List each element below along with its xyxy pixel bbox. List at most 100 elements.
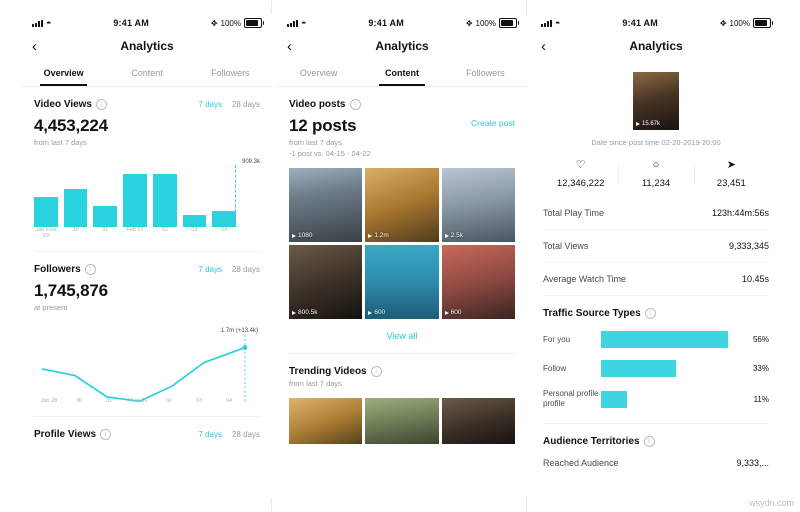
create-post-button[interactable]: Create post	[471, 118, 515, 128]
followers-value: 1,745,876	[34, 281, 108, 300]
traffic-row-for-you: For you 56%	[543, 331, 769, 348]
row-value: 10.45s	[741, 274, 769, 284]
x-tick: 02	[165, 398, 173, 404]
video-thumbnail[interactable]	[365, 398, 439, 444]
bar	[182, 215, 207, 227]
video-views-bar-chart: 909.3k Jan xxxx 29 30 31 Feb 01 02 03 04	[34, 159, 260, 239]
view-all-button[interactable]: View all	[289, 331, 515, 341]
x-tick: Jan 28	[40, 398, 58, 404]
x-tick: Jan xxxx 29	[35, 227, 57, 239]
video-posts-note-2: -1 post vs. 04-15 - 04-22	[289, 149, 371, 158]
bar	[93, 206, 118, 227]
video-thumbnail[interactable]: 600	[365, 245, 439, 319]
x-tick: Feb 01	[130, 398, 148, 404]
metric-shares: ➤ 23,451	[693, 159, 769, 189]
video-thumbnail[interactable]	[441, 398, 515, 444]
post-thumbnail[interactable]: 15.67k	[633, 72, 679, 130]
tab-content[interactable]: Content	[360, 60, 443, 86]
traffic-bar	[601, 390, 627, 408]
row-average-watch-time: Average Watch Time 10.45s	[543, 263, 769, 296]
info-icon[interactable]: i	[644, 308, 656, 319]
tab-followers[interactable]: Followers	[189, 60, 272, 86]
trending-videos-title: Trending Videos	[289, 366, 367, 377]
info-icon[interactable]: i	[349, 99, 361, 110]
profile-views-header: Profile Views i 7 days 28 days	[34, 429, 260, 440]
video-thumbnail[interactable]: 1.2m	[365, 168, 439, 242]
play-icon	[368, 233, 373, 238]
status-time: 9:41 AM	[368, 18, 404, 28]
battery-icon	[499, 18, 519, 28]
tab-followers[interactable]: Followers	[444, 60, 527, 86]
wifi-icon: ◓	[46, 17, 52, 28]
range-7days-videoviews[interactable]: 7 days	[198, 100, 222, 109]
bluetooth-icon: ✥	[210, 18, 218, 28]
row-label: Average Watch Time	[543, 274, 627, 284]
video-thumbnail[interactable]: 1080	[289, 168, 363, 242]
nav-bar: ‹ Analytics	[531, 32, 781, 60]
row-label: Total Views	[543, 241, 589, 251]
info-icon[interactable]: i	[643, 436, 655, 447]
bar-x-axis: Jan xxxx 29 30 31 Feb 01 02 03 04	[34, 227, 236, 239]
play-count: 15.67k	[636, 121, 660, 127]
range-7days-followers[interactable]: 7 days	[198, 265, 222, 274]
bluetooth-icon: ✥	[719, 18, 727, 28]
video-posts-header: Video posts i	[289, 99, 515, 110]
play-count: 600	[444, 309, 462, 316]
range-28days-followers[interactable]: 28 days	[232, 265, 260, 274]
phone-screen-post-detail: ◓ 9:41 AM ✥ 100% ‹ Analytics 15.67k Date…	[531, 14, 781, 498]
video-grid: 1080 1.2m 2.5k 800.5k 600 600	[289, 168, 515, 319]
post-metrics: ♡ 12,346,222 ○ 11,234 ➤ 23,451	[543, 159, 769, 189]
info-icon[interactable]: i	[370, 366, 382, 377]
tab-overview[interactable]: Overview	[22, 60, 105, 86]
row-label: Reached Audience	[543, 458, 619, 468]
x-tick: 31	[102, 227, 109, 233]
post-thumbnail-wrap: 15.67k	[543, 72, 769, 130]
back-button[interactable]: ‹	[32, 39, 37, 54]
range-28days-profileviews[interactable]: 28 days	[232, 430, 260, 439]
x-tick: Feb 01	[126, 227, 144, 233]
video-thumbnail[interactable]: 2.5k	[441, 168, 515, 242]
video-thumbnail[interactable]: 800.5k	[289, 245, 363, 319]
video-views-note: from last 7 days	[34, 138, 87, 147]
info-icon[interactable]: i	[84, 264, 96, 275]
phone-screen-content: ◓ 9:41 AM ✥ 100% ‹ Analytics Overview Co…	[277, 14, 527, 498]
content-scroll: Video posts i 12 posts Create post from …	[277, 99, 527, 444]
page-title: Analytics	[120, 39, 174, 53]
range-7days-profileviews[interactable]: 7 days	[198, 430, 222, 439]
heart-icon: ♡	[575, 159, 586, 171]
date-since-post: Date since post time 02-20-2019 20:00	[591, 138, 721, 147]
peak-guideline	[235, 165, 236, 227]
row-value: 123h:44m:56s	[711, 208, 769, 218]
back-button[interactable]: ‹	[541, 39, 546, 54]
video-views-title: Video Views	[34, 99, 92, 110]
metric-comments: ○ 11,234	[618, 159, 693, 189]
video-thumbnail[interactable]: 600	[441, 245, 515, 319]
range-28days-videoviews[interactable]: 28 days	[232, 100, 260, 109]
wifi-icon: ◓	[301, 17, 307, 28]
phone-screen-overview: ◓ 9:41 AM ✥ 100% ‹ Analytics Overview Co…	[22, 14, 272, 498]
nav-bar: ‹ Analytics	[22, 32, 272, 60]
tab-content[interactable]: Content	[105, 60, 188, 86]
battery-percent: 100%	[475, 18, 496, 28]
bar	[63, 188, 88, 227]
section-divider	[289, 353, 515, 354]
play-count: 1080	[292, 232, 312, 239]
battery-percent: 100%	[729, 18, 750, 28]
play-icon	[444, 310, 449, 315]
shares-value: 23,451	[716, 178, 746, 189]
tab-overview[interactable]: Overview	[277, 60, 360, 86]
video-posts-note-1: from last 7 days	[289, 138, 342, 147]
traffic-bar	[601, 360, 676, 377]
info-icon[interactable]: i	[100, 429, 112, 440]
traffic-label: Follow	[543, 363, 567, 373]
x-tick: 04	[225, 398, 233, 404]
overview-scroll: Video Views i 7 days 28 days 4,453,224 f…	[22, 99, 272, 440]
back-button[interactable]: ‹	[287, 39, 292, 54]
video-views-value: 4,453,224	[34, 116, 108, 135]
video-thumbnail[interactable]	[289, 398, 363, 444]
row-value: 9,333,345	[728, 241, 769, 251]
traffic-source-title: Traffic Source Types	[543, 308, 641, 319]
row-total-views: Total Views 9,333,345	[543, 230, 769, 263]
battery-percent: 100%	[220, 18, 241, 28]
info-icon[interactable]: i	[96, 99, 107, 110]
